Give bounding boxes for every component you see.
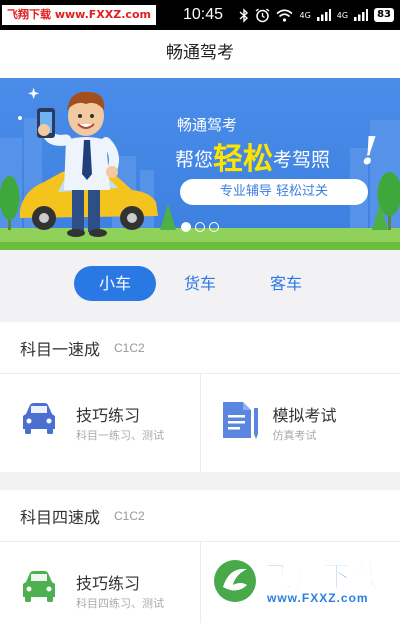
section-title: 科目一速成 bbox=[20, 339, 101, 359]
banner-brand: 畅通驾考 bbox=[177, 116, 238, 134]
slogan-highlight: 轻松 bbox=[213, 142, 274, 177]
slogan-suffix: 考驾照 bbox=[273, 149, 331, 171]
skill-practice-card[interactable]: 技巧练习 科目一练习、测试 bbox=[0, 374, 200, 472]
signal-label-1: 4G bbox=[299, 10, 311, 20]
page-title: 畅通驾考 bbox=[166, 43, 234, 63]
banner-slogan: 帮您轻松考驾照 bbox=[175, 134, 330, 178]
watermark-logo: 飞翔下载 www.FXXZ.com bbox=[207, 553, 397, 611]
watermark-badge-icon bbox=[210, 556, 260, 606]
watermark-label: 飞翔下载 www.FXXZ.com bbox=[2, 5, 156, 25]
section-subtitle: C1C2 bbox=[114, 340, 145, 355]
carousel-dot[interactable] bbox=[209, 222, 219, 232]
card-title: 技巧练习 bbox=[76, 574, 141, 593]
section-header: 科目一速成 C1C2 bbox=[0, 322, 400, 374]
car-icon bbox=[23, 571, 55, 602]
carousel-indicator[interactable] bbox=[181, 222, 219, 232]
card-subtitle: 科目四练习、测试 bbox=[76, 597, 164, 610]
alarm-icon bbox=[256, 7, 270, 22]
card-subtitle: 科目一练习、测试 bbox=[76, 429, 164, 442]
card-title: 模拟考试 bbox=[272, 406, 337, 425]
banner-pill: 专业辅导 轻松过关 bbox=[180, 179, 368, 205]
bluetooth-icon bbox=[240, 7, 249, 23]
watermark-url: www.FXXZ.com bbox=[267, 591, 369, 605]
slogan-prefix: 帮您 bbox=[175, 149, 214, 171]
status-bar: 飞翔下载 www.FXXZ.com 10:45 4G 4G 83 bbox=[0, 0, 400, 30]
tab-bus[interactable]: 客车 bbox=[270, 266, 302, 301]
document-pen-icon bbox=[222, 402, 258, 439]
tab-car[interactable]: 小车 bbox=[74, 266, 156, 301]
car-icon bbox=[23, 403, 55, 434]
clock: 10:45 bbox=[183, 6, 224, 23]
skill-practice-card[interactable]: 技巧练习 科目四练习、测试 bbox=[0, 542, 200, 623]
signal-label-2: 4G bbox=[336, 10, 349, 20]
section-header: 科目四速成 C1C2 bbox=[0, 490, 400, 542]
card-subtitle: 仿真考试 bbox=[272, 429, 317, 442]
status-icons: 4G 4G 83 bbox=[239, 0, 394, 30]
carousel-dot[interactable] bbox=[181, 222, 191, 232]
section-subtitle: C1C2 bbox=[114, 508, 145, 523]
app-header: 畅通驾考 bbox=[0, 30, 400, 78]
vehicle-tabs: 小车 货车 客车 bbox=[0, 250, 400, 322]
signal-icon-2 bbox=[354, 9, 369, 21]
signal-icon bbox=[316, 9, 331, 21]
tab-truck[interactable]: 货车 bbox=[184, 266, 216, 301]
carousel-dot[interactable] bbox=[195, 222, 205, 232]
promo-banner[interactable]: 畅通驾考 帮您轻松考驾照 ! 专业辅导 轻松过关 bbox=[0, 78, 400, 250]
card-title: 技巧练习 bbox=[76, 406, 141, 425]
mock-exam-card[interactable]: 模拟考试 仿真考试 bbox=[199, 374, 400, 472]
banner-exclamation: ! bbox=[361, 128, 378, 173]
wifi-icon bbox=[276, 8, 294, 22]
section-title: 科目四速成 bbox=[20, 507, 101, 527]
subject-one-section: 科目一速成 C1C2 技巧练习 科目一练习、测试 模拟考试 仿真考试 bbox=[0, 322, 400, 472]
battery-icon: 83 bbox=[374, 8, 394, 22]
watermark-name: 飞翔下载 bbox=[264, 560, 382, 594]
